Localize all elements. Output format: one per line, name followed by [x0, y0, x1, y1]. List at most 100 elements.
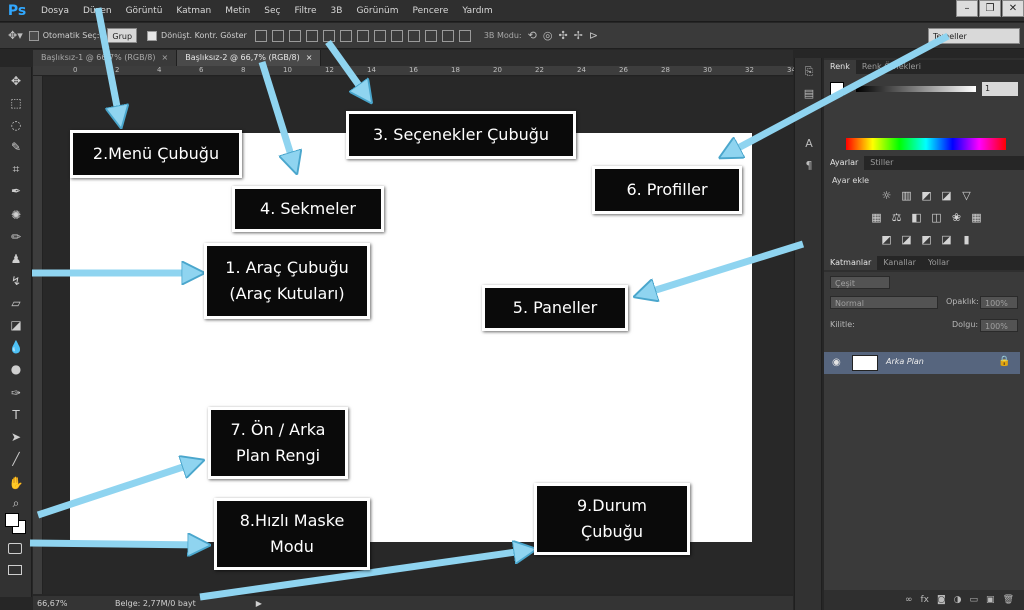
color-panel-foreground-swatch[interactable] [830, 82, 844, 96]
roll-3d-icon[interactable]: ◎ [543, 29, 553, 42]
status-menu-arrow-icon[interactable]: ▶ [256, 599, 262, 608]
tab-document-2[interactable]: Başlıksız-2 @ 66,7% (RGB/8) × [177, 50, 322, 66]
path-select-tool-icon[interactable]: ➤ [5, 427, 27, 447]
align-vcenter-icon[interactable] [271, 29, 284, 42]
curves-icon[interactable]: ◩ [920, 190, 933, 202]
ruler-vertical[interactable] [33, 76, 43, 594]
color-value-input[interactable]: 1 [982, 82, 1018, 96]
visibility-eye-icon[interactable]: ◉ [832, 357, 841, 368]
close-icon[interactable]: × [306, 53, 313, 62]
eyedropper-tool-icon[interactable]: ✒ [5, 181, 27, 201]
move-tool-icon[interactable]: ✥ [5, 71, 27, 91]
tab-channels[interactable]: Kanallar [877, 256, 922, 270]
quick-select-tool-icon[interactable]: ✎ [5, 137, 27, 157]
crop-tool-icon[interactable]: ⌗ [5, 159, 27, 179]
fill-input[interactable]: 100% [980, 319, 1018, 332]
menu-file[interactable]: Dosya [34, 0, 76, 22]
auto-align-icon[interactable] [458, 29, 471, 42]
tab-paths[interactable]: Yollar [922, 256, 955, 270]
gradient-tool-icon[interactable]: ◪ [5, 315, 27, 335]
properties-panel-icon[interactable]: ▤ [800, 86, 818, 102]
color-slider[interactable] [856, 86, 976, 92]
distribute-bottom-icon[interactable] [390, 29, 403, 42]
tab-styles[interactable]: Stiller [864, 156, 899, 170]
quick-mask-button[interactable] [8, 543, 22, 554]
zoom-tool-icon[interactable]: ⌕ [5, 493, 27, 513]
paragraph-panel-icon[interactable]: ¶ [800, 158, 818, 174]
tab-swatches[interactable]: Renk Örnekleri [856, 60, 927, 74]
scale-3d-icon[interactable]: ⊳ [589, 29, 598, 42]
move-tool-icon[interactable]: ✥▾ [8, 29, 23, 42]
foreground-color-swatch[interactable] [5, 513, 19, 527]
history-panel-icon[interactable]: ⎘ [800, 64, 818, 80]
layer-style-icon[interactable]: fx [920, 595, 929, 605]
delete-layer-icon[interactable]: 🗑 [1003, 595, 1014, 605]
align-hcenter-icon[interactable] [322, 29, 335, 42]
posterize-icon[interactable]: ◪ [900, 234, 913, 246]
threshold-icon[interactable]: ◩ [920, 234, 933, 246]
dodge-tool-icon[interactable]: ● [5, 359, 27, 379]
slide-3d-icon[interactable]: ✢ [574, 29, 583, 42]
menu-view[interactable]: Görünüm [349, 0, 405, 22]
drag-3d-icon[interactable]: ✣ [558, 29, 567, 42]
distribute-right-icon[interactable] [441, 29, 454, 42]
auto-select-checkbox[interactable] [28, 30, 39, 41]
restore-button[interactable]: ❐ [979, 0, 1001, 17]
menu-type[interactable]: Metin [218, 0, 257, 22]
exposure-icon[interactable]: ◪ [940, 190, 953, 202]
align-top-icon[interactable] [254, 29, 267, 42]
color-balance-icon[interactable]: ⚖ [890, 212, 903, 224]
vibrance-icon[interactable]: ▽ [960, 190, 973, 202]
distribute-vcenter-icon[interactable] [373, 29, 386, 42]
distribute-left-icon[interactable] [407, 29, 420, 42]
tab-adjustments[interactable]: Ayarlar [824, 156, 865, 170]
clone-stamp-tool-icon[interactable]: ♟ [5, 249, 27, 269]
photo-filter-icon[interactable]: ◫ [930, 212, 943, 224]
menu-select[interactable]: Seç [257, 0, 287, 22]
invert-icon[interactable]: ◩ [880, 234, 893, 246]
close-icon[interactable]: × [162, 53, 169, 62]
menu-layer[interactable]: Katman [169, 0, 218, 22]
orbit-3d-icon[interactable]: ⟲ [528, 29, 537, 42]
brush-tool-icon[interactable]: ✏ [5, 227, 27, 247]
align-right-icon[interactable] [339, 29, 352, 42]
marquee-tool-icon[interactable]: ⬚ [5, 93, 27, 113]
close-button[interactable]: ✕ [1002, 0, 1024, 17]
screen-mode-button[interactable] [8, 565, 22, 575]
blur-tool-icon[interactable]: 💧 [5, 337, 27, 357]
history-brush-tool-icon[interactable]: ↯ [5, 271, 27, 291]
layer-name[interactable]: Arka Plan [886, 357, 924, 366]
color-lookup-icon[interactable]: ▦ [970, 212, 983, 224]
pen-tool-icon[interactable]: ✑ [5, 383, 27, 403]
menu-edit[interactable]: Düzen [76, 0, 119, 22]
workspace-select[interactable]: Temeller [928, 28, 1020, 44]
tab-color[interactable]: Renk [824, 60, 856, 74]
tab-document-1[interactable]: Başlıksız-1 @ 66,7% (RGB/8) × [33, 50, 178, 66]
type-tool-icon[interactable]: T [5, 405, 27, 425]
opacity-input[interactable]: 100% [980, 296, 1018, 309]
brightness-icon[interactable]: ☼ [880, 190, 893, 202]
distribute-hcenter-icon[interactable] [424, 29, 437, 42]
new-group-icon[interactable]: ▭ [970, 595, 979, 605]
new-adjustment-icon[interactable]: ◑ [954, 595, 962, 605]
add-mask-icon[interactable]: ◙ [937, 595, 946, 605]
eraser-tool-icon[interactable]: ▱ [5, 293, 27, 313]
selective-color-icon[interactable]: ◪ [940, 234, 953, 246]
auto-select-target-select[interactable]: Grup [107, 28, 138, 43]
color-spectrum-bar[interactable] [846, 138, 1006, 150]
blend-mode-select[interactable]: Normal [830, 296, 938, 309]
menu-image[interactable]: Görüntü [119, 0, 170, 22]
menu-3d[interactable]: 3B [324, 0, 350, 22]
black-white-icon[interactable]: ◧ [910, 212, 923, 224]
character-panel-icon[interactable]: A [800, 136, 818, 152]
tab-layers[interactable]: Katmanlar [824, 256, 878, 270]
menu-filter[interactable]: Filtre [287, 0, 323, 22]
gradient-map-icon[interactable]: ▮ [960, 234, 973, 246]
ruler-horizontal[interactable]: 0 2 4 6 8 10 12 14 16 18 20 22 24 26 28 30 32 34 [33, 66, 796, 76]
line-tool-icon[interactable]: ╱ [5, 449, 27, 469]
layer-kind-filter-select[interactable]: Çeşit [830, 276, 890, 289]
menu-help[interactable]: Yardım [455, 0, 499, 22]
menu-window[interactable]: Pencere [406, 0, 456, 22]
channel-mixer-icon[interactable]: ❀ [950, 212, 963, 224]
lasso-tool-icon[interactable]: ◌ [5, 115, 27, 135]
